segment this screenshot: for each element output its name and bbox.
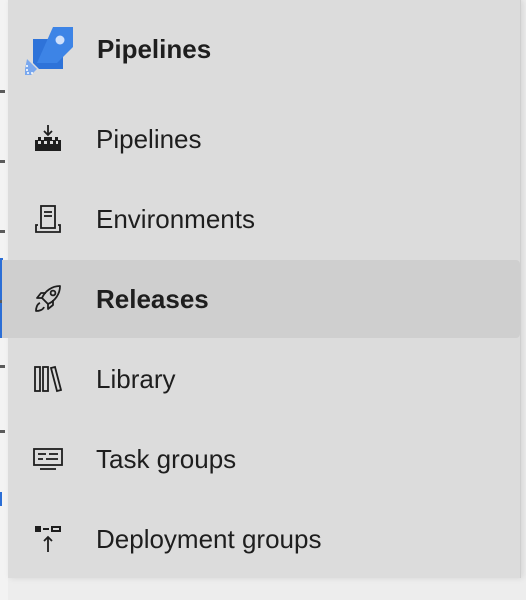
pipelines-icon <box>35 125 61 151</box>
nav-item-deployment-groups[interactable]: Deployment groups <box>2 500 520 578</box>
nav-item-label: Environments <box>96 204 255 234</box>
pipelines-flyout-menu: Pipelines Pipelines Environments Release… <box>2 0 521 578</box>
nav-item-library[interactable]: Library <box>2 340 520 418</box>
nav-item-label: Deployment groups <box>96 524 322 554</box>
rocket-icon <box>35 285 61 312</box>
flyout-header[interactable]: Pipelines <box>8 10 520 90</box>
screen: Pipelines Pipelines Environments Release… <box>0 0 526 600</box>
nav-item-environments[interactable]: Environments <box>2 180 520 258</box>
library-books-icon <box>34 365 63 393</box>
nav-item-task-groups[interactable]: Task groups <box>2 420 520 498</box>
nav-item-pipelines[interactable]: Pipelines <box>2 100 520 178</box>
nav-item-label: Releases <box>96 284 209 314</box>
task-groups-icon <box>33 448 63 470</box>
environments-server-icon <box>35 205 61 233</box>
background-text-fragment <box>0 90 5 93</box>
nav-item-label: Pipelines <box>96 124 202 154</box>
flyout-title: Pipelines <box>97 34 212 64</box>
nav-item-label: Library <box>96 364 176 394</box>
nav-item-releases[interactable]: Releases <box>2 260 520 338</box>
azure-pipelines-logo-icon <box>25 27 73 75</box>
deployment-groups-icon <box>35 526 61 552</box>
nav-item-label: Task groups <box>96 444 237 474</box>
